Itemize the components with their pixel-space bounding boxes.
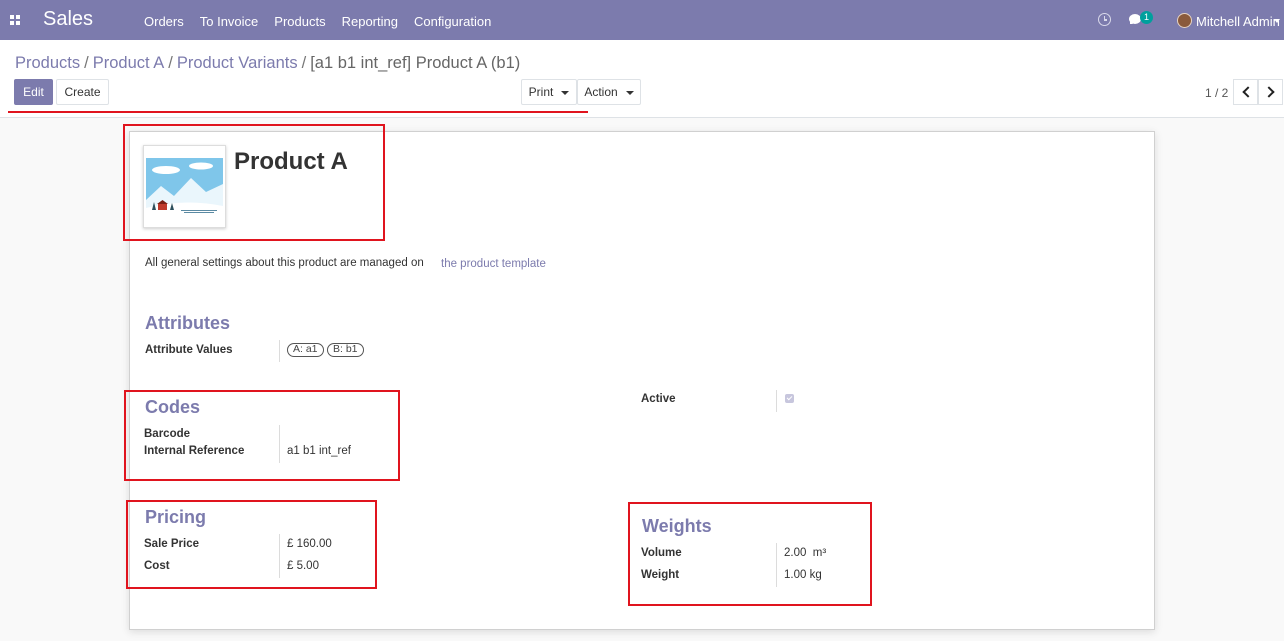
clock-icon[interactable] bbox=[1098, 13, 1111, 26]
annotation-box-pricing bbox=[126, 500, 377, 589]
breadcrumb-separator: / bbox=[168, 54, 173, 72]
breadcrumb-current: [a1 b1 int_ref] Product A (b1) bbox=[310, 54, 521, 72]
action-dropdown[interactable]: Action bbox=[577, 79, 641, 105]
caret-down-icon bbox=[561, 90, 570, 95]
menu-item-to-invoice[interactable]: To Invoice bbox=[192, 0, 267, 40]
create-button[interactable]: Create bbox=[56, 79, 109, 105]
menu-item-reporting[interactable]: Reporting bbox=[334, 0, 406, 40]
breadcrumb-separator: / bbox=[301, 54, 307, 72]
attribute-values-label: Attribute Values bbox=[145, 344, 233, 356]
user-menu[interactable]: Mitchell Admin bbox=[1196, 14, 1280, 29]
menu-item-orders[interactable]: Orders bbox=[136, 0, 192, 40]
annotation-box-weights bbox=[628, 502, 872, 606]
annotation-box-product bbox=[123, 124, 385, 241]
breadcrumb-products[interactable]: Products bbox=[15, 54, 80, 72]
menu-item-products[interactable]: Products bbox=[266, 0, 333, 40]
template-info-text: All general settings about this product … bbox=[145, 257, 424, 269]
attribute-tag: A: a1 bbox=[287, 343, 324, 357]
caret-down-icon bbox=[625, 90, 634, 95]
product-template-link[interactable]: the product template bbox=[441, 258, 546, 270]
breadcrumb-product-variants[interactable]: Product Variants bbox=[177, 54, 298, 72]
attribute-tag: B: b1 bbox=[327, 343, 364, 357]
caret-down-icon[interactable] bbox=[1274, 19, 1280, 23]
action-label: Action bbox=[584, 85, 618, 99]
chevron-right-icon bbox=[1263, 86, 1275, 98]
breadcrumb-separator: / bbox=[84, 54, 89, 72]
apps-menu-icon[interactable] bbox=[10, 15, 20, 25]
pager-next-button[interactable] bbox=[1258, 79, 1283, 105]
app-name[interactable]: Sales bbox=[43, 8, 93, 31]
menu-item-configuration[interactable]: Configuration bbox=[406, 0, 499, 40]
annotation-underline bbox=[8, 111, 588, 113]
chevron-left-icon bbox=[1242, 86, 1254, 98]
pager-previous-button[interactable] bbox=[1233, 79, 1258, 105]
active-label: Active bbox=[641, 393, 676, 405]
print-dropdown[interactable]: Print bbox=[521, 79, 577, 105]
annotation-box-codes bbox=[124, 390, 400, 481]
field-separator bbox=[776, 390, 777, 412]
attributes-title: Attributes bbox=[145, 313, 230, 333]
field-separator bbox=[279, 340, 280, 362]
control-panel: Products / Product A / Product Variants / [a1 … bbox=[0, 40, 1284, 118]
avatar[interactable] bbox=[1177, 13, 1192, 28]
main-menu: Orders To Invoice Products Reporting Con… bbox=[136, 0, 499, 40]
breadcrumb-product-a[interactable]: Product A bbox=[93, 54, 165, 72]
notification-badge: 1 bbox=[1140, 11, 1153, 24]
breadcrumb: Products / Product A / Product Variants / [a1 … bbox=[15, 54, 520, 73]
top-navbar: Sales Orders To Invoice Products Reporti… bbox=[0, 0, 1284, 40]
edit-button[interactable]: Edit bbox=[14, 79, 53, 105]
pager-value[interactable]: 1 / 2 bbox=[1205, 86, 1228, 100]
active-checkbox[interactable] bbox=[785, 394, 794, 403]
print-label: Print bbox=[528, 85, 554, 99]
